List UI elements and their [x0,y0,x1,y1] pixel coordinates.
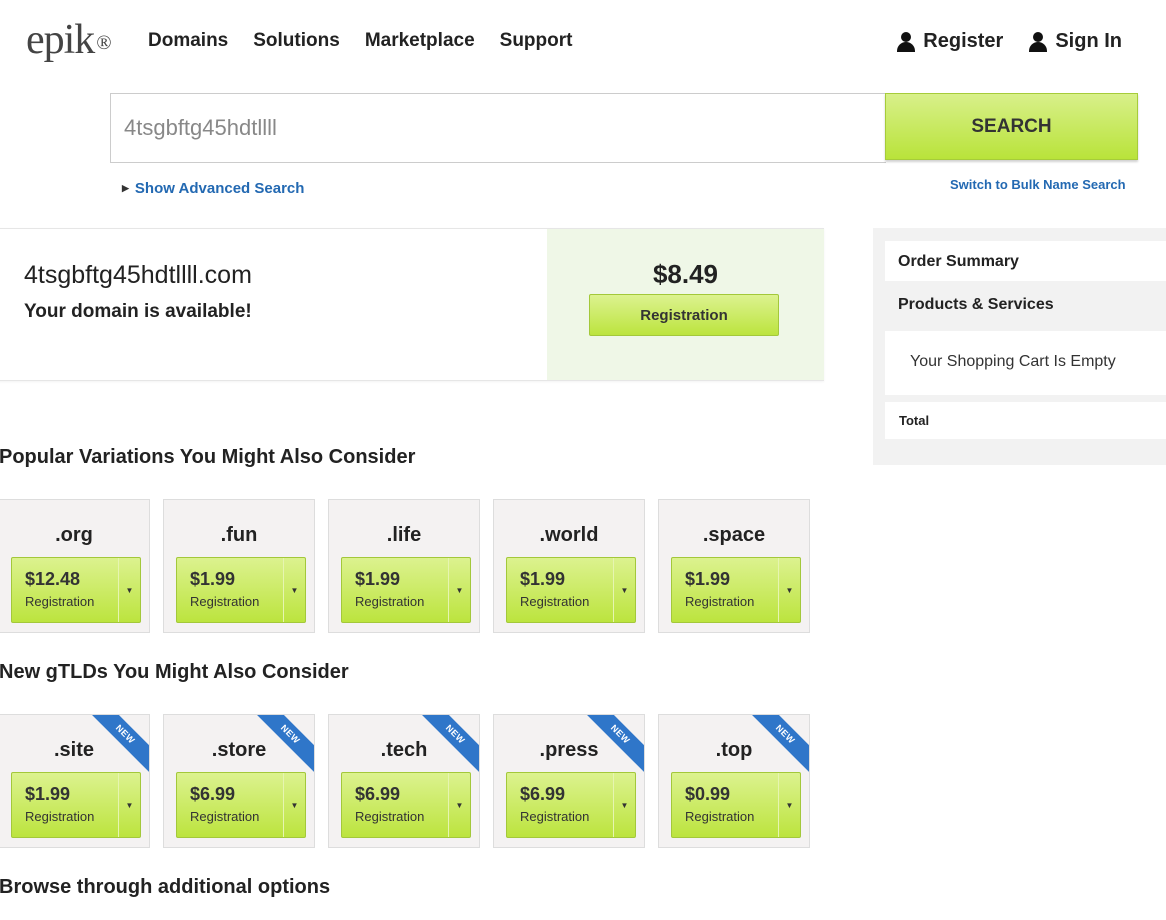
tld-action-label: Registration [355,809,425,824]
tld-action-label: Registration [25,594,95,609]
register-link[interactable]: Register [897,30,1003,53]
tld-register-button[interactable]: $0.99 Registration ▼ [671,772,801,838]
nav-marketplace[interactable]: Marketplace [365,30,475,52]
result-status: Your domain is available! [24,301,252,322]
tld-register-button[interactable]: $1.99 Registration ▼ [671,557,801,623]
tld-price: $1.99 [190,569,236,589]
domain-search-input[interactable] [110,93,886,163]
person-icon [1029,31,1048,52]
signin-link[interactable]: Sign In [1029,30,1122,53]
tld-price: $1.99 [520,569,566,589]
tld-register-button[interactable]: $1.99 Registration ▼ [11,772,141,838]
result-price-panel: $8.49 Registration [547,229,824,380]
result-registration-button[interactable]: Registration [589,294,779,336]
caret-down-icon[interactable]: ▼ [118,558,140,622]
tld-name: .world [539,524,599,546]
tld-action-label: Registration [520,809,590,824]
bulk-search-link[interactable]: Switch to Bulk Name Search [950,177,1126,192]
tld-price: $1.99 [685,569,731,589]
popular-variations-title: Popular Variations You Might Also Consid… [0,446,416,468]
caret-down-icon[interactable]: ▼ [613,773,635,837]
caret-down-icon[interactable]: ▼ [778,558,800,622]
show-advanced-search-link[interactable]: ▶ Show Advanced Search [122,180,304,197]
tld-action-label: Registration [190,594,260,609]
tld-action-label: Registration [520,594,590,609]
tld-register-button[interactable]: $12.48 Registration ▼ [11,557,141,623]
caret-down-icon[interactable]: ▼ [118,773,140,837]
tld-price: $6.99 [190,784,236,804]
order-summary-title: Order Summary [885,241,1166,281]
tld-name: .site [53,739,95,761]
nav-support[interactable]: Support [500,30,573,52]
tld-card-fun: .fun $1.99 Registration ▼ [163,499,315,633]
tld-name: .press [539,739,599,761]
tld-action-label: Registration [190,809,260,824]
person-icon [897,31,916,52]
order-summary-panel: Order Summary Products & Services Your S… [873,228,1166,465]
main-nav: Domains Solutions Marketplace Support [148,30,572,52]
tld-card-top: NEW .top $0.99 Registration ▼ [658,714,810,848]
products-services-label: Products & Services [885,284,1166,328]
tld-action-label: Registration [25,809,95,824]
tld-card-press: NEW .press $6.99 Registration ▼ [493,714,645,848]
tld-name: .top [715,739,753,761]
tld-name: .store [211,739,267,761]
tld-name: .fun [220,524,258,546]
browse-options-title: Browse through additional options [0,876,331,898]
nav-solutions[interactable]: Solutions [253,30,340,52]
epik-logo[interactable]: epik ® [26,16,112,67]
domain-result: 4tsgbftg45hdtllll.com Your domain is ava… [0,228,824,381]
tld-price: $0.99 [685,784,731,804]
tld-register-button[interactable]: $6.99 Registration ▼ [341,772,471,838]
tld-name: .space [702,524,766,546]
triangle-right-icon: ▶ [122,183,129,193]
tld-price: $1.99 [25,784,71,804]
tld-card-world: .world $1.99 Registration ▼ [493,499,645,633]
tld-name: .life [386,524,422,546]
tld-register-button[interactable]: $1.99 Registration ▼ [506,557,636,623]
tld-price: $12.48 [25,569,81,589]
account-links: Register Sign In [897,30,1122,53]
caret-down-icon[interactable]: ▼ [283,558,305,622]
tld-register-button[interactable]: $6.99 Registration ▼ [506,772,636,838]
caret-down-icon[interactable]: ▼ [448,558,470,622]
caret-down-icon[interactable]: ▼ [778,773,800,837]
tld-card-space: .space $1.99 Registration ▼ [658,499,810,633]
new-gtlds-title: New gTLDs You Might Also Consider [0,661,349,683]
tld-action-label: Registration [685,809,755,824]
tld-name: .org [55,524,93,546]
caret-down-icon[interactable]: ▼ [448,773,470,837]
tld-register-button[interactable]: $1.99 Registration ▼ [341,557,471,623]
result-price: $8.49 [652,259,719,289]
tld-card-store: NEW .store $6.99 Registration ▼ [163,714,315,848]
tld-name: .tech [380,739,428,761]
tld-card-org: .org $12.48 Registration ▼ [0,499,150,633]
caret-down-icon[interactable]: ▼ [283,773,305,837]
tld-price: $6.99 [355,784,401,804]
tld-register-button[interactable]: $6.99 Registration ▼ [176,772,306,838]
search-button[interactable]: SEARCH [885,93,1138,160]
order-total-label: Total [885,402,1166,439]
caret-down-icon[interactable]: ▼ [613,558,635,622]
result-domain-name: 4tsgbftg45hdtllll.com [24,261,252,289]
tld-card-tech: NEW .tech $6.99 Registration ▼ [328,714,480,848]
tld-price: $1.99 [355,569,401,589]
tld-action-label: Registration [355,594,425,609]
tld-card-site: NEW .site $1.99 Registration ▼ [0,714,150,848]
tld-action-label: Registration [685,594,755,609]
nav-domains[interactable]: Domains [148,30,228,52]
tld-price: $6.99 [520,784,566,804]
tld-card-life: .life $1.99 Registration ▼ [328,499,480,633]
tld-register-button[interactable]: $1.99 Registration ▼ [176,557,306,623]
cart-empty-message: Your Shopping Cart Is Empty [885,331,1166,395]
